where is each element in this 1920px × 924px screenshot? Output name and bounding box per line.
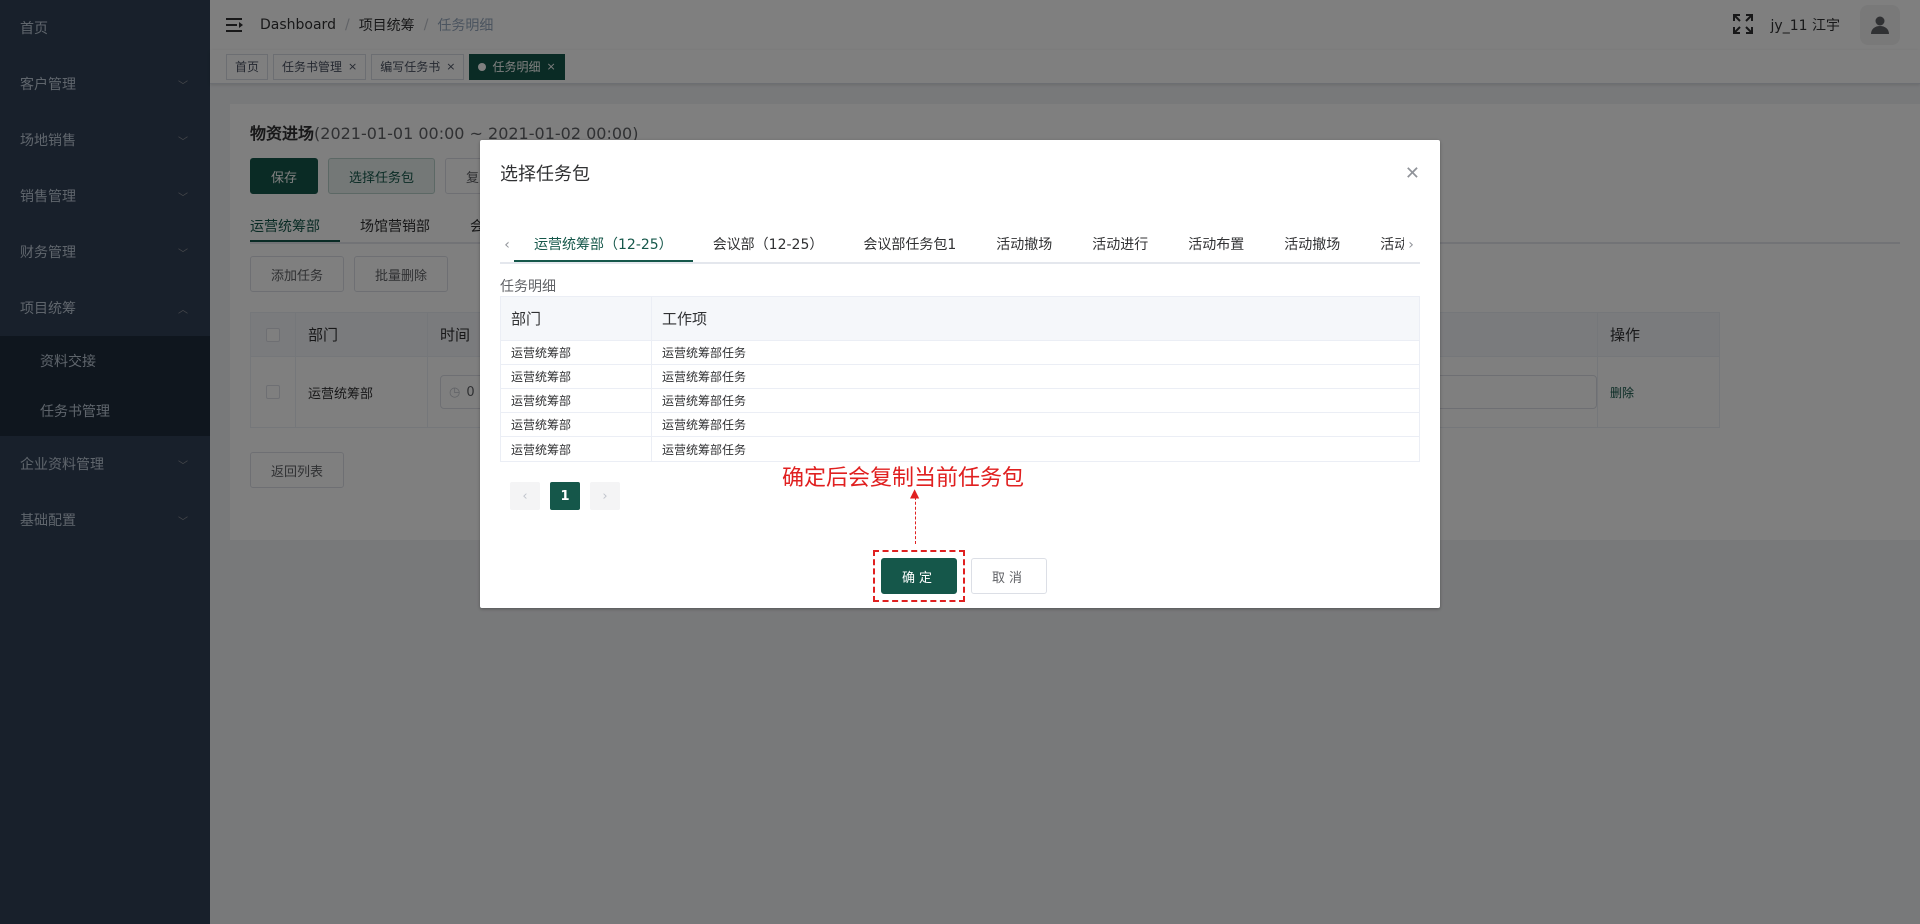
- dialog-footer: 确定 取消: [480, 550, 1440, 602]
- table-header: 部门 工作项: [501, 297, 1419, 341]
- table-cell: 运营统筹部: [501, 413, 652, 436]
- prev-page-button[interactable]: ‹: [510, 482, 540, 510]
- package-tab[interactable]: 活动进行: [1360, 228, 1404, 262]
- table-cell: 运营统筹部: [501, 365, 652, 388]
- package-tab[interactable]: 活动布置: [1168, 228, 1264, 262]
- table-cell: 运营统筹部任务: [662, 346, 747, 360]
- next-page-button[interactable]: ›: [590, 482, 620, 510]
- chevron-right-icon[interactable]: ›: [1404, 237, 1418, 253]
- package-tab[interactable]: 会议部（12-25）: [693, 228, 844, 262]
- confirm-highlight: 确定: [872, 550, 965, 602]
- close-icon[interactable]: ✕: [1405, 163, 1420, 184]
- dialog-title: 选择任务包: [500, 164, 590, 185]
- table-cell: 运营统筹部任务: [662, 442, 747, 457]
- package-tab[interactable]: 活动进行: [1072, 228, 1168, 262]
- table-cell: 运营统筹部任务: [662, 370, 747, 384]
- cancel-wrap: 取消: [971, 550, 1048, 602]
- table-cell: 运营统筹部: [501, 389, 652, 412]
- select-package-dialog: 选择任务包 ✕ ‹ 运营统筹部（12-25） 会议部（12-25） 会议部任务包…: [480, 140, 1440, 608]
- dialog-header: 选择任务包 ✕: [480, 140, 1440, 196]
- package-tabs: ‹ 运营统筹部（12-25） 会议部（12-25） 会议部任务包1 活动撤场 活…: [500, 228, 1420, 264]
- confirm-button[interactable]: 确定: [880, 558, 957, 594]
- column-header: 工作项: [662, 310, 708, 328]
- table-cell: 运营统筹部: [501, 341, 652, 364]
- column-header: 部门: [501, 297, 652, 340]
- annotation-arrow: [915, 492, 916, 544]
- table-row: 运营统筹部 运营统筹部任务: [501, 413, 1419, 437]
- package-tab[interactable]: 运营统筹部（12-25）: [514, 228, 693, 262]
- table-cell: 运营统筹部任务: [662, 418, 747, 432]
- chevron-left-icon[interactable]: ‹: [500, 237, 514, 253]
- table-row: 运营统筹部 运营统筹部任务: [501, 341, 1419, 365]
- table-cell: 运营统筹部: [501, 437, 652, 461]
- detail-label: 任务明细: [500, 279, 556, 295]
- package-tab-strip: 运营统筹部（12-25） 会议部（12-25） 会议部任务包1 活动撤场 活动进…: [514, 228, 1404, 262]
- table-cell: 运营统筹部任务: [662, 394, 747, 408]
- table-row: 运营统筹部 运营统筹部任务: [501, 437, 1419, 461]
- package-tab[interactable]: 活动撤场: [976, 228, 1072, 262]
- cancel-button[interactable]: 取消: [971, 558, 1048, 594]
- table-row: 运营统筹部 运营统筹部任务: [501, 389, 1419, 413]
- detail-table: 部门 工作项 运营统筹部 运营统筹部任务 运营统筹部 运营统筹部任务 运营统筹部…: [500, 296, 1420, 462]
- package-tab[interactable]: 活动撤场: [1264, 228, 1360, 262]
- annotation-text: 确定后会复制当前任务包: [782, 466, 1025, 491]
- page-number[interactable]: 1: [550, 482, 580, 510]
- table-row: 运营统筹部 运营统筹部任务: [501, 365, 1419, 389]
- pagination: ‹ 1 ›: [510, 482, 630, 510]
- package-tab[interactable]: 会议部任务包1: [843, 228, 976, 262]
